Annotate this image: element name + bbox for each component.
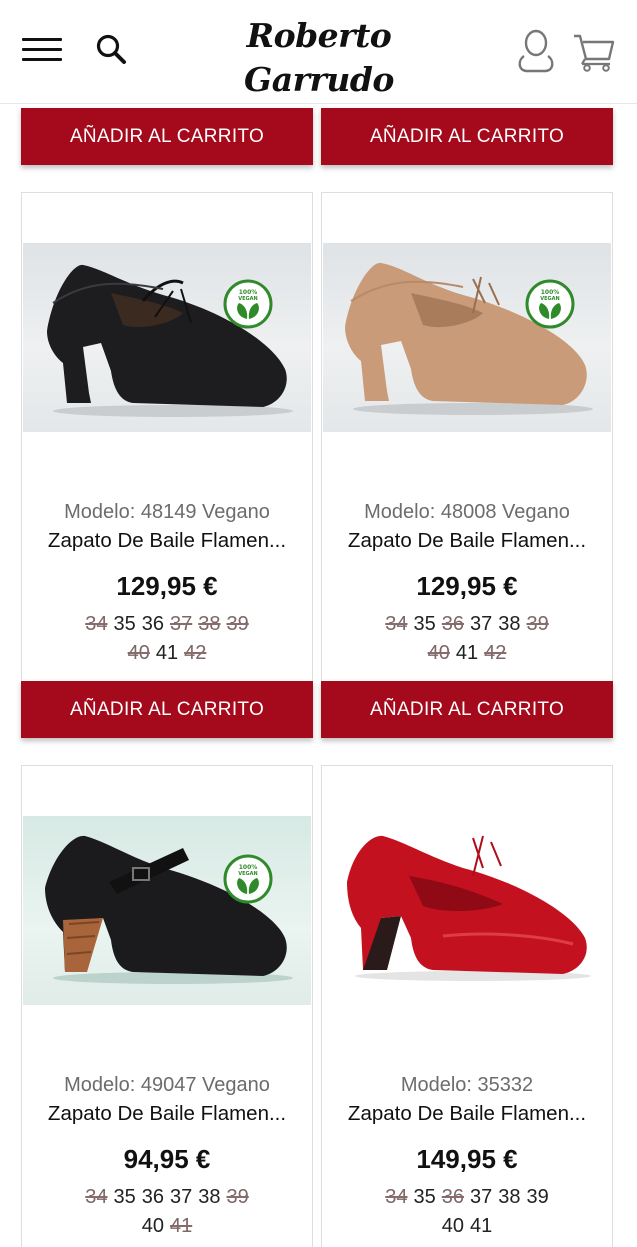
add-to-cart-button[interactable]: AÑADIR AL CARRITO	[321, 108, 613, 165]
product-image[interactable]: 100% VEGAN	[323, 243, 611, 432]
product-price: 149,95 €	[416, 1144, 518, 1174]
size-option[interactable]: 40	[142, 1212, 164, 1241]
svg-text:VEGAN: VEGAN	[238, 871, 257, 877]
size-list: 34 35 36 37 38 39 40 41 42	[322, 610, 612, 668]
search-icon[interactable]	[94, 32, 128, 66]
product-name[interactable]: Zapato De Baile Flamen...	[22, 1102, 312, 1126]
size-option-unavailable: 36	[441, 1186, 464, 1208]
svg-text:100%: 100%	[239, 864, 258, 871]
size-option-unavailable: 41	[170, 1215, 193, 1237]
menu-icon[interactable]	[22, 38, 62, 62]
product-model: Modelo: 49047 Vegano	[64, 1074, 270, 1096]
size-option-unavailable: 42	[184, 642, 207, 664]
size-option-unavailable: 34	[85, 1186, 108, 1208]
product-price: 94,95 €	[123, 1144, 211, 1174]
size-option-unavailable: 40	[127, 642, 150, 664]
size-option[interactable]: 35	[414, 610, 436, 639]
vegan-badge-icon: 100% VEGAN	[223, 854, 273, 904]
size-row: 40 41	[22, 1212, 312, 1241]
size-option[interactable]: 35	[114, 1183, 136, 1212]
add-to-cart-button[interactable]: AÑADIR AL CARRITO	[321, 681, 613, 738]
user-icon[interactable]	[516, 28, 556, 74]
size-row: 40 41 42	[22, 639, 312, 668]
size-option-unavailable: 39	[226, 1186, 249, 1208]
vegan-badge-icon: 100% VEGAN	[525, 279, 575, 329]
size-option[interactable]: 37	[470, 610, 492, 639]
product-card[interactable]: 100% VEGAN Modelo: 48149 Vegano Zapato D…	[21, 192, 313, 682]
product-model: Modelo: 48149 Vegano	[64, 501, 270, 523]
size-option-unavailable: 34	[385, 1186, 408, 1208]
svg-text:VEGAN: VEGAN	[238, 296, 257, 302]
size-option-unavailable: 40	[427, 642, 450, 664]
size-row: 34 35 36 37 38 39	[22, 610, 312, 639]
size-option-unavailable: 42	[484, 642, 507, 664]
size-option-unavailable: 38	[198, 613, 221, 635]
svg-text:VEGAN: VEGAN	[540, 296, 559, 302]
product-price: 129,95 €	[116, 571, 218, 601]
size-option[interactable]: 35	[414, 1183, 436, 1212]
add-to-cart-button[interactable]: AÑADIR AL CARRITO	[21, 108, 313, 165]
size-list: 34 35 36 37 38 39 40 41	[322, 1183, 612, 1241]
product-card[interactable]: 100% VEGAN Modelo: 49047 Vegano Zapato D…	[21, 765, 313, 1247]
size-row: 34 35 36 37 38 39	[322, 610, 612, 639]
size-option[interactable]: 41	[470, 1212, 492, 1241]
product-name[interactable]: Zapato De Baile Flamen...	[22, 529, 312, 553]
size-row: 34 35 36 37 38 39	[322, 1183, 612, 1212]
size-option[interactable]: 41	[456, 639, 478, 668]
size-option[interactable]: 36	[142, 610, 164, 639]
size-list: 34 35 36 37 38 39 40 41 42	[22, 610, 312, 668]
size-option-unavailable: 39	[526, 613, 549, 635]
size-option-unavailable: 36	[441, 613, 464, 635]
size-row: 40 41	[322, 1212, 612, 1241]
size-option-unavailable: 39	[226, 613, 249, 635]
brand-name: Roberto Garrudo	[244, 16, 394, 99]
product-card[interactable]: Modelo: 35332 Zapato De Baile Flamen... …	[321, 765, 613, 1247]
vegan-badge-icon: 100% VEGAN	[223, 279, 273, 329]
size-row: 40 41 42	[322, 639, 612, 668]
size-option[interactable]: 38	[198, 1183, 220, 1212]
size-option-unavailable: 34	[85, 613, 108, 635]
size-option[interactable]: 38	[498, 1183, 520, 1212]
size-option[interactable]: 38	[498, 610, 520, 639]
site-header: Roberto Garrudo ZAPATOS DE BAILE	[0, 0, 637, 124]
product-card[interactable]: 100% VEGAN Modelo: 48008 Vegano Zapato D…	[321, 192, 613, 682]
size-option-unavailable: 34	[385, 613, 408, 635]
size-option-unavailable: 37	[170, 613, 193, 635]
product-model: Modelo: 35332	[400, 1074, 534, 1096]
product-image[interactable]: 100% VEGAN	[23, 816, 311, 1005]
size-option[interactable]: 37	[470, 1183, 492, 1212]
size-option[interactable]: 40	[442, 1212, 464, 1241]
size-list: 34 35 36 37 38 39 40 41	[22, 1183, 312, 1241]
size-option[interactable]: 36	[142, 1183, 164, 1212]
size-row: 34 35 36 37 38 39	[22, 1183, 312, 1212]
svg-text:100%: 100%	[239, 289, 258, 296]
brand-logo[interactable]: Roberto Garrudo ZAPATOS DE BAILE	[196, 14, 442, 124]
cart-icon[interactable]	[572, 32, 616, 72]
product-image[interactable]: 100% VEGAN	[23, 243, 311, 432]
size-option[interactable]: 37	[170, 1183, 192, 1212]
svg-text:100%: 100%	[541, 289, 560, 296]
product-name[interactable]: Zapato De Baile Flamen...	[322, 1102, 612, 1126]
product-model: Modelo: 48008 Vegano	[364, 501, 570, 523]
size-option[interactable]: 41	[156, 639, 178, 668]
product-price: 129,95 €	[416, 571, 518, 601]
size-option[interactable]: 35	[114, 610, 136, 639]
add-to-cart-button[interactable]: AÑADIR AL CARRITO	[21, 681, 313, 738]
product-image[interactable]	[323, 816, 611, 1005]
size-option[interactable]: 39	[527, 1183, 549, 1212]
product-name[interactable]: Zapato De Baile Flamen...	[322, 529, 612, 553]
